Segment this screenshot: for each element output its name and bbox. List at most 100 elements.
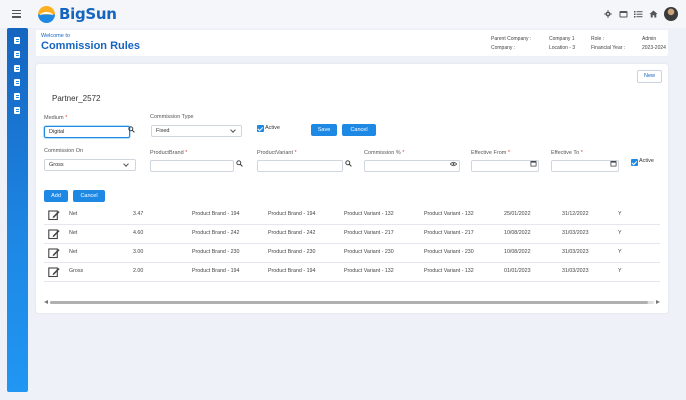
edit-icon[interactable] xyxy=(48,247,60,259)
edit-icon[interactable] xyxy=(48,209,60,221)
scroll-left-arrow[interactable] xyxy=(44,300,48,304)
sidebar-doc-icon[interactable] xyxy=(14,79,20,86)
sidebar-doc-icon[interactable] xyxy=(14,107,20,114)
cell-active: Y xyxy=(618,268,622,274)
effective-from-input[interactable] xyxy=(471,160,539,172)
logo-sun-icon xyxy=(38,5,55,23)
company-values: Company 1 Location - 3 xyxy=(549,35,575,53)
cell-brand-from: Product Brand - 230 xyxy=(192,249,240,255)
cancel-button[interactable]: Cancel xyxy=(73,190,105,202)
calendar-icon[interactable] xyxy=(530,160,537,169)
company-labels: Parent Company : Company : xyxy=(491,35,531,53)
cancel-button[interactable]: Cancel xyxy=(342,124,376,136)
welcome-text: Welcome to xyxy=(41,33,70,39)
effective-from-label: Effective From * xyxy=(471,150,511,156)
effective-to-input[interactable] xyxy=(551,160,619,172)
cell-commission-pct: 2.00 xyxy=(133,268,144,274)
cell-commission-pct: 3.00 xyxy=(133,249,144,255)
cell-effective-to: 31/03/2023 xyxy=(562,249,589,255)
user-avatar[interactable] xyxy=(664,7,678,21)
partner-name: Partner_2572 xyxy=(52,94,101,103)
commission-type-label: Commission Type xyxy=(150,114,194,120)
commission-pct-input[interactable] xyxy=(364,160,460,172)
cell-effective-from: 01/01/2023 xyxy=(504,268,531,274)
role-labels: Role : Financial Year : xyxy=(591,35,625,53)
edit-icon[interactable] xyxy=(48,228,60,240)
company-value: Company 1 xyxy=(549,36,575,42)
page-header: Welcome to Commission Rules Parent Compa… xyxy=(36,30,668,56)
table-row: Gross 2.00 Product Brand - 194 Product B… xyxy=(44,263,660,282)
cell-effective-to: 31/03/2023 xyxy=(562,230,589,236)
active-label: Active xyxy=(639,158,654,164)
cell-commission-pct: 3.47 xyxy=(133,211,144,217)
table-row: Net 3.47 Product Brand - 194 Product Bra… xyxy=(44,206,660,225)
financial-year-value: 2023-2024 xyxy=(642,45,666,51)
parent-company-label: Parent Company : xyxy=(491,36,532,42)
commission-type-select[interactable]: Fixed xyxy=(151,125,242,137)
sidebar-doc-icon[interactable] xyxy=(14,93,20,100)
horizontal-scrollbar[interactable] xyxy=(44,300,660,305)
cell-brand-to: Product Brand - 194 xyxy=(268,211,316,217)
search-icon[interactable] xyxy=(236,160,243,169)
cell-active: Y xyxy=(618,211,622,217)
cell-variant-to: Product Variant - 230 xyxy=(424,249,474,255)
cell-variant-from: Product Variant - 217 xyxy=(344,230,394,236)
sidebar-doc-icon[interactable] xyxy=(14,51,20,58)
cell-commission-on: Net xyxy=(69,230,78,236)
product-variant-input[interactable] xyxy=(257,160,343,172)
search-icon[interactable] xyxy=(345,160,352,169)
cell-variant-from: Product Variant - 230 xyxy=(344,249,394,255)
cell-brand-to: Product Brand - 242 xyxy=(268,230,316,236)
app-logo[interactable]: BigSun xyxy=(38,5,117,23)
financial-year-label: Financial Year : xyxy=(591,45,626,51)
medium-input[interactable]: Digital xyxy=(44,126,130,138)
save-button[interactable]: Save xyxy=(311,124,337,136)
effective-to-label: Effective To * xyxy=(551,150,583,156)
sidebar-doc-icon[interactable] xyxy=(14,65,20,72)
cell-variant-to: Product Variant - 132 xyxy=(424,268,474,274)
cell-commission-pct: 4.60 xyxy=(133,230,144,236)
cell-effective-to: 31/03/2023 xyxy=(562,268,589,274)
scrollbar-thumb[interactable] xyxy=(50,301,648,304)
add-button[interactable]: Add xyxy=(44,190,68,202)
sidebar xyxy=(7,28,28,392)
commission-pct-label: Commission % * xyxy=(364,150,405,156)
scroll-right-arrow[interactable] xyxy=(656,300,660,304)
cell-brand-to: Product Brand - 230 xyxy=(268,249,316,255)
cell-variant-to: Product Variant - 217 xyxy=(424,230,474,236)
commission-on-label: Commission On xyxy=(44,148,84,154)
edit-icon[interactable] xyxy=(48,266,60,278)
location-value: Location - 3 xyxy=(549,45,576,51)
commission-on-select[interactable]: Gross xyxy=(44,159,136,171)
sidebar-doc-icon[interactable] xyxy=(14,37,20,44)
top-icons xyxy=(604,7,678,21)
new-button[interactable]: New xyxy=(637,70,662,83)
cell-active: Y xyxy=(618,230,622,236)
cell-active: Y xyxy=(618,249,622,255)
home-icon[interactable] xyxy=(649,10,658,18)
role-value: Admin xyxy=(642,36,657,42)
eye-icon[interactable] xyxy=(449,161,458,169)
cell-commission-on: Net xyxy=(69,211,78,217)
cell-effective-to: 31/12/2022 xyxy=(562,211,589,217)
role-values: Admin 2023-2024 xyxy=(642,35,666,53)
cell-brand-from: Product Brand - 242 xyxy=(192,230,240,236)
gear-icon[interactable] xyxy=(604,10,612,18)
cell-brand-from: Product Brand - 194 xyxy=(192,268,240,274)
cell-variant-from: Product Variant - 132 xyxy=(344,268,394,274)
calendar-icon[interactable] xyxy=(610,160,617,169)
product-brand-input[interactable] xyxy=(150,160,234,172)
company-label: Company : xyxy=(491,45,516,51)
cell-effective-from: 25/01/2022 xyxy=(504,211,531,217)
cell-variant-to: Product Variant - 132 xyxy=(424,211,474,217)
search-icon[interactable] xyxy=(128,126,135,135)
active-checkbox[interactable] xyxy=(631,159,638,166)
list-icon[interactable] xyxy=(634,10,643,18)
active-checkbox[interactable] xyxy=(257,125,264,132)
cell-effective-from: 10/08/2022 xyxy=(504,230,531,236)
commission-card: New Partner_2572 Medium * Digital Commis… xyxy=(36,64,668,313)
hamburger-menu-icon[interactable] xyxy=(12,10,21,20)
cell-commission-on: Net xyxy=(69,249,78,255)
calendar-icon[interactable] xyxy=(619,10,628,18)
cell-brand-to: Product Brand - 194 xyxy=(268,268,316,274)
